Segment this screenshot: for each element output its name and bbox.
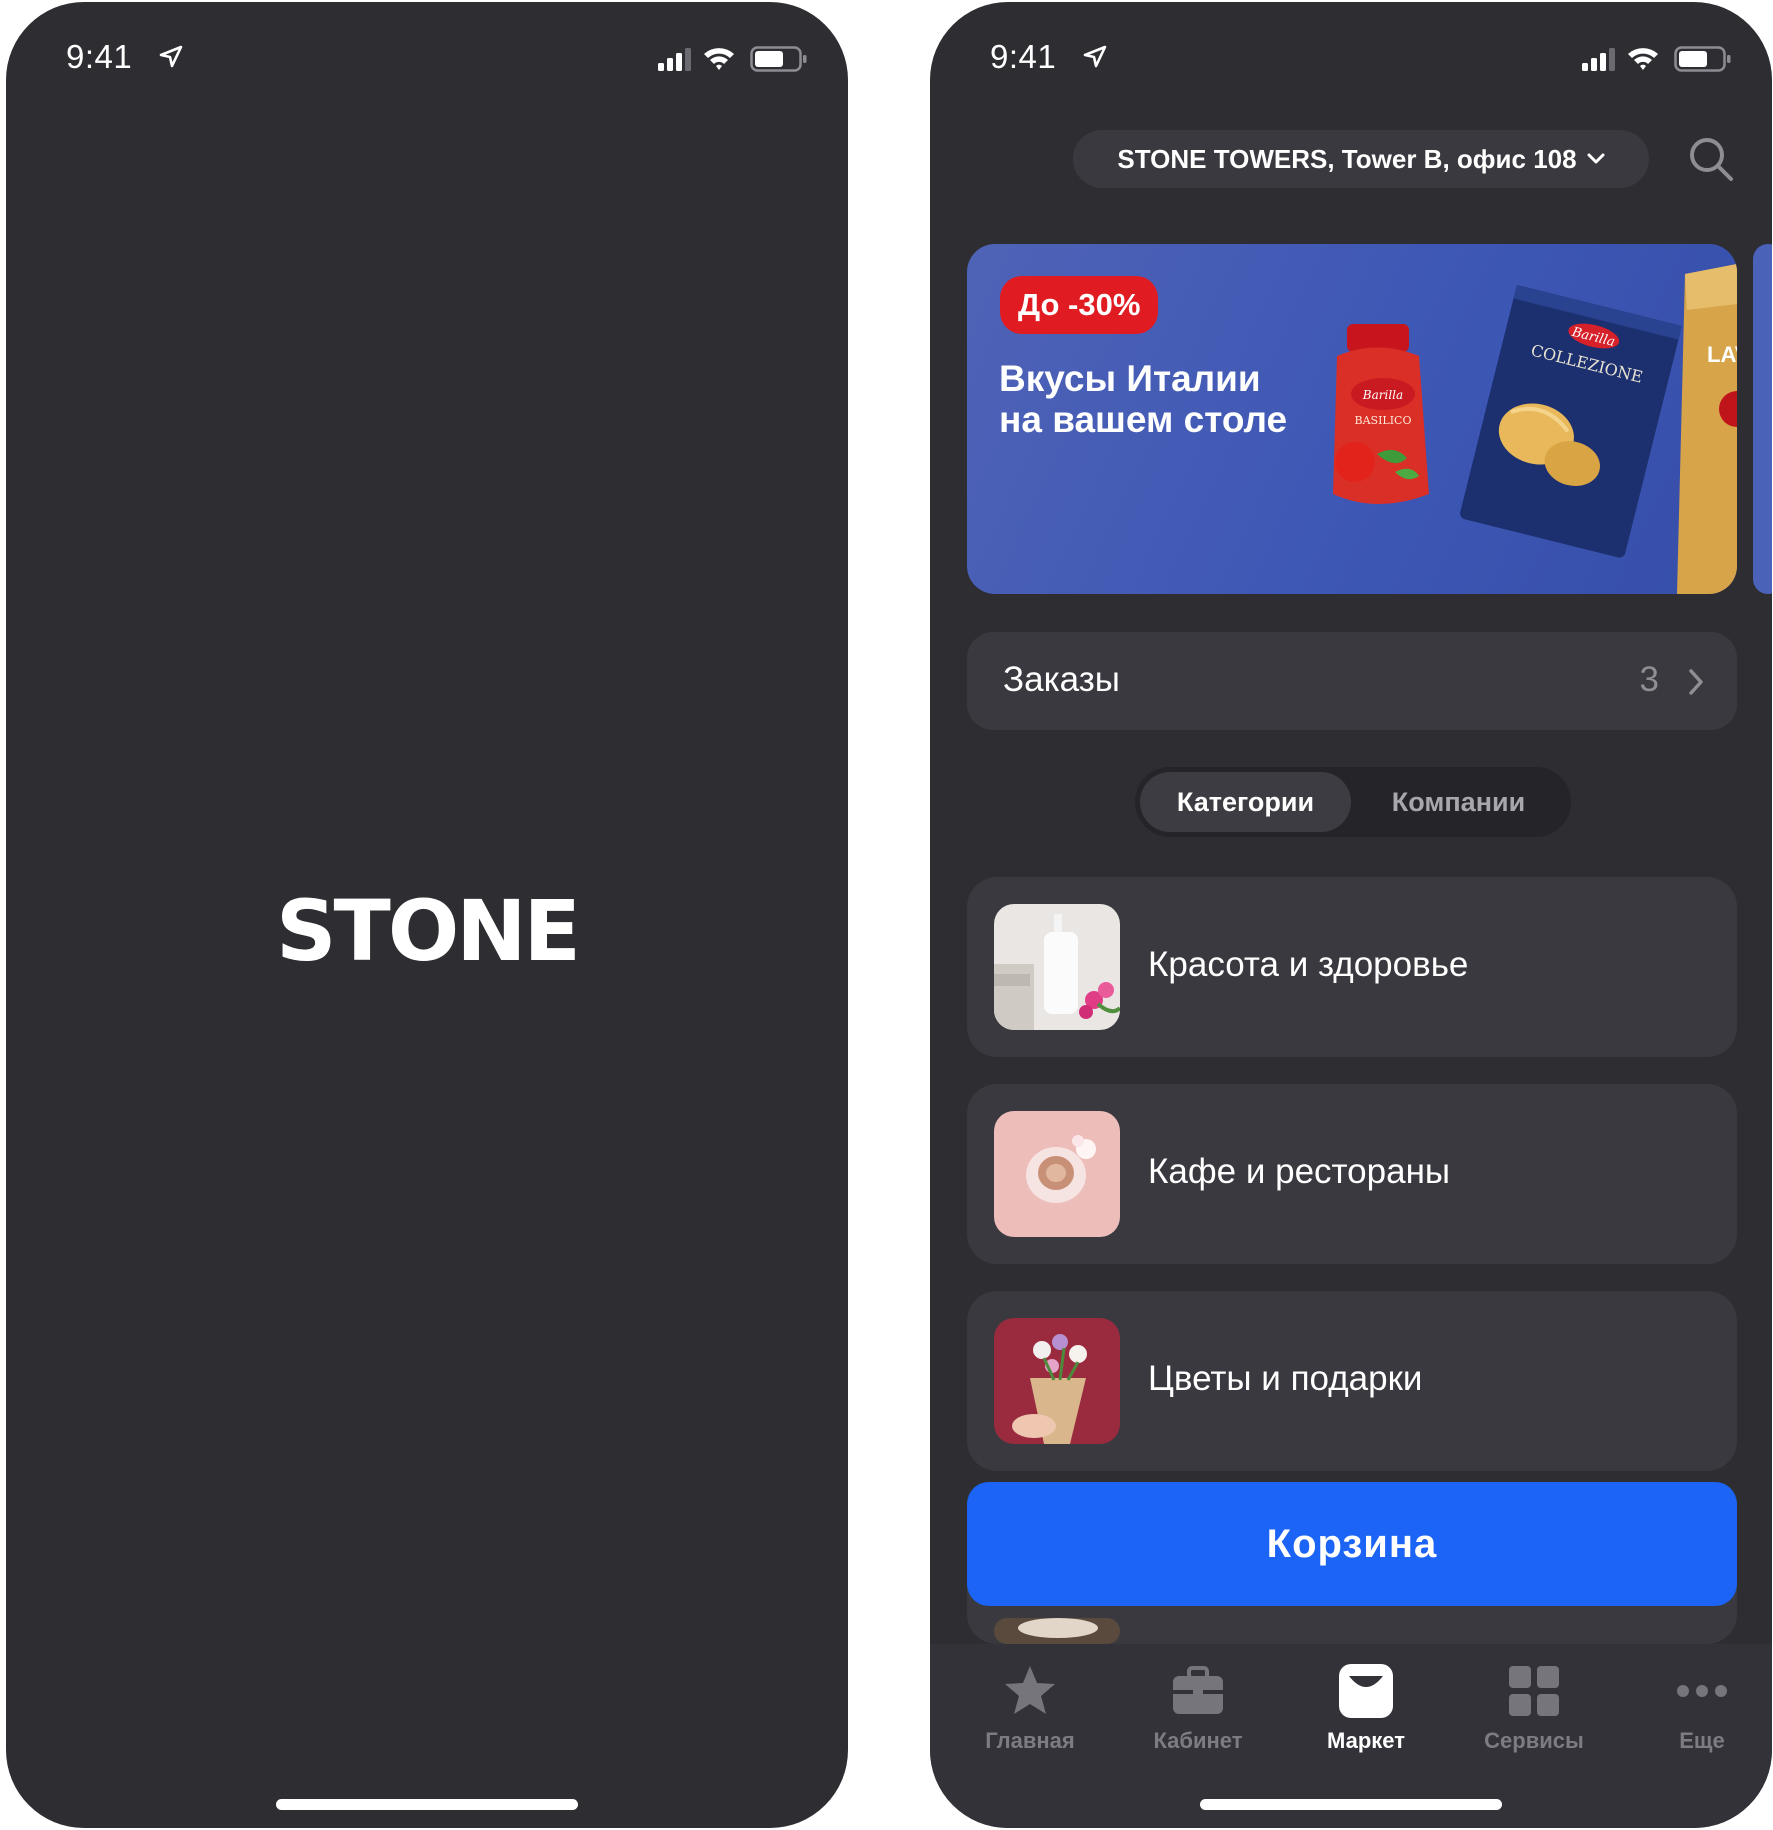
promo-banner[interactable]: До -30% Вкусы Италии на вашем столе Bari… xyxy=(967,244,1737,594)
tab-home[interactable]: Главная xyxy=(960,1662,1100,1772)
status-bar: 9:41 xyxy=(6,2,848,112)
tab-label: Еще xyxy=(1679,1728,1725,1753)
category-beauty-health[interactable]: Красота и здоровье xyxy=(967,877,1737,1057)
category-label: Цветы и подарки xyxy=(1148,1359,1423,1398)
wifi-icon xyxy=(1628,48,1658,70)
tab-market[interactable]: Маркет xyxy=(1296,1662,1436,1772)
briefcase-icon xyxy=(1173,1666,1223,1714)
partial-thumbnail xyxy=(994,1618,1120,1644)
tab-label: Маркет xyxy=(1327,1728,1405,1753)
tab-label: Сервисы xyxy=(1484,1728,1584,1753)
market-screen: 9:41 STONE TOWERS, Tower B, офис 108 До … xyxy=(930,2,1772,1828)
pasta-box: Barilla COLLEZIONE xyxy=(1460,284,1682,558)
cafe-thumbnail xyxy=(994,1111,1120,1237)
location-arrow-icon xyxy=(1083,45,1107,68)
splash-screen: 9:41 STONE xyxy=(6,2,848,1828)
category-flowers-gifts[interactable]: Цветы и подарки xyxy=(967,1291,1737,1471)
tab-more[interactable]: Еще xyxy=(1632,1662,1772,1772)
category-label: Кафе и рестораны xyxy=(1148,1152,1451,1191)
banner-title-line-2: на вашем столе xyxy=(999,399,1288,440)
beauty-thumbnail xyxy=(994,904,1120,1030)
tab-cabinet[interactable]: Кабинет xyxy=(1128,1662,1268,1772)
address-label: STONE TOWERS, Tower B, офис 108 xyxy=(1117,143,1577,174)
tab-label: Кабинет xyxy=(1153,1728,1243,1753)
category-cafes-restaurants[interactable]: Кафе и рестораны xyxy=(967,1084,1737,1264)
address-selector[interactable]: STONE TOWERS, Tower B, офис 108 xyxy=(1073,130,1649,188)
tab-companies[interactable]: Компании xyxy=(1351,772,1566,832)
coffee-bag: LAV xyxy=(1677,264,1737,594)
orders-label: Заказы xyxy=(1003,660,1120,699)
jar-variety-text: BASILICO xyxy=(1355,414,1412,427)
segmented-control: Категории Компании xyxy=(1135,767,1571,837)
tab-services[interactable]: Сервисы xyxy=(1464,1662,1604,1772)
jar-brand-text: Barilla xyxy=(1362,388,1403,402)
orders-count: 3 xyxy=(1639,660,1659,699)
sauce-jar: Barilla BASILICO xyxy=(1333,324,1429,504)
cellular-signal-icon xyxy=(658,48,691,71)
bag-brand-text: LAV xyxy=(1707,342,1737,367)
banner-title-line-1: Вкусы Италии xyxy=(999,358,1261,399)
more-icon xyxy=(1677,1685,1727,1697)
location-arrow-icon xyxy=(159,45,183,68)
chevron-down-icon xyxy=(1587,153,1605,164)
status-time: 9:41 xyxy=(990,38,1057,75)
status-bar: 9:41 xyxy=(930,2,1772,112)
grid-icon xyxy=(1509,1666,1559,1716)
stone-logo: STONE xyxy=(276,882,581,980)
battery-icon xyxy=(750,46,807,72)
search-icon[interactable] xyxy=(1687,135,1735,183)
category-label: Красота и здоровье xyxy=(1148,945,1469,984)
discount-badge: До -30% xyxy=(1000,276,1159,334)
star-icon xyxy=(1005,1666,1055,1714)
banner-title: Вкусы Италии на вашем столе xyxy=(999,358,1339,440)
battery-icon xyxy=(1674,46,1731,72)
home-indicator xyxy=(276,1799,578,1810)
flowers-thumbnail xyxy=(994,1318,1120,1444)
orders-row[interactable]: Заказы 3 xyxy=(967,632,1737,730)
cellular-signal-icon xyxy=(1582,48,1615,71)
status-time: 9:41 xyxy=(66,38,133,75)
cart-button[interactable]: Корзина xyxy=(967,1482,1737,1606)
chevron-right-icon xyxy=(1689,669,1703,695)
bag-icon xyxy=(1339,1664,1393,1718)
home-indicator xyxy=(1200,1799,1502,1810)
next-banner-peek[interactable] xyxy=(1753,244,1772,594)
tab-label: Главная xyxy=(985,1728,1075,1753)
tab-categories[interactable]: Категории xyxy=(1140,772,1351,832)
wifi-icon xyxy=(704,48,734,70)
banner-products-image: Barilla COLLEZIONE Barilla BASILICO LA xyxy=(1333,264,1737,594)
